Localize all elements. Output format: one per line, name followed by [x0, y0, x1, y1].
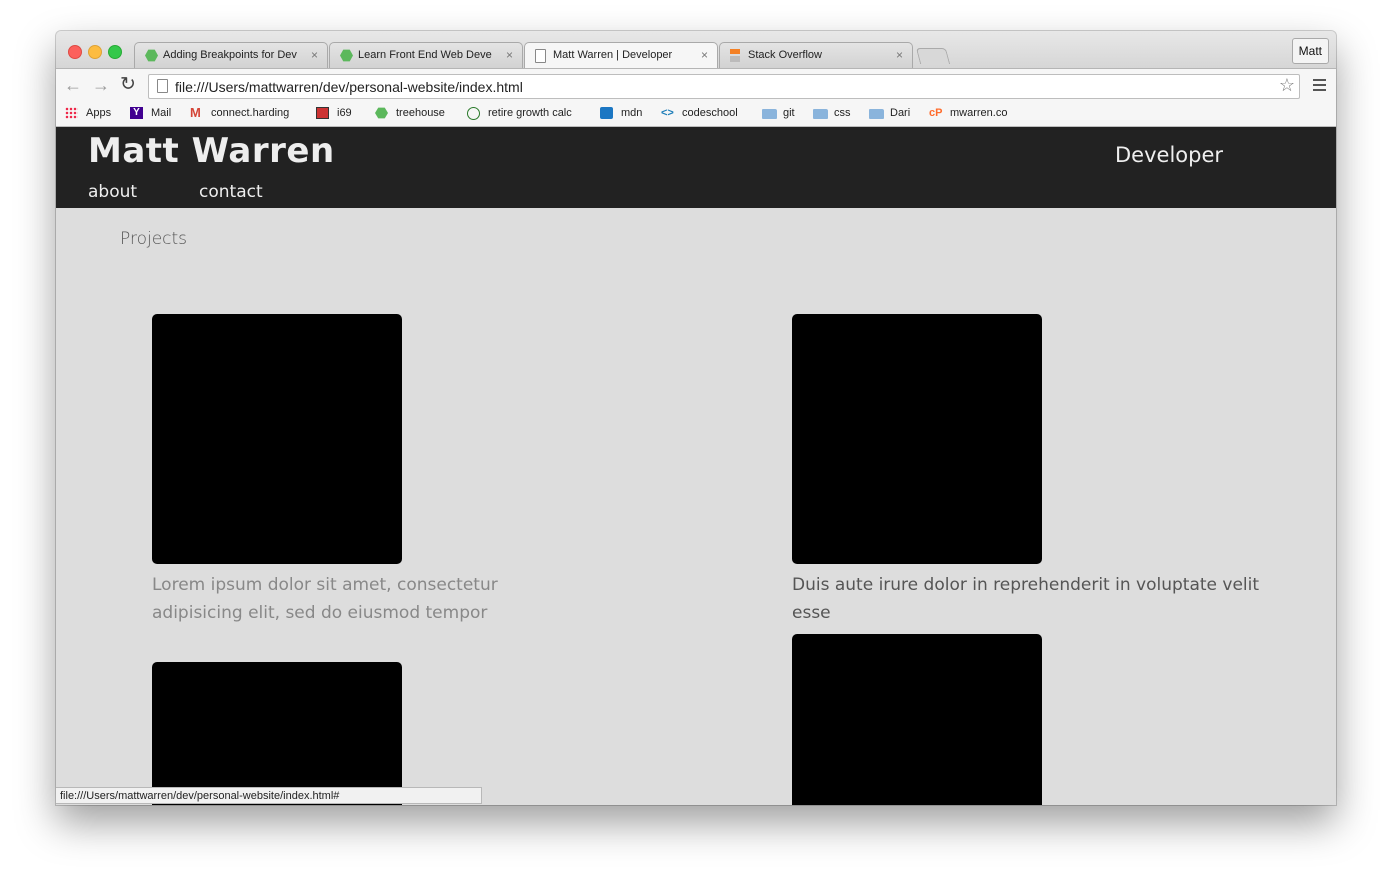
project-thumbnail[interactable] [152, 662, 402, 805]
close-tab-icon[interactable]: × [701, 48, 708, 62]
apps-grid-icon [65, 107, 78, 119]
project-thumbnail[interactable] [152, 314, 402, 564]
site-header: Matt Warren Developer about contact [56, 127, 1336, 208]
menu-icon[interactable] [1313, 79, 1326, 94]
tab-stack-overflow[interactable]: Stack Overflow × [719, 42, 913, 68]
site-role: Developer [1115, 143, 1224, 167]
gmail-icon: M [190, 105, 201, 120]
i69-icon [316, 107, 329, 119]
nav-link-about[interactable]: about [88, 182, 137, 202]
address-bar[interactable]: file:///Users/mattwarren/dev/personal-we… [148, 74, 1300, 99]
document-icon [535, 49, 546, 63]
bookmark-label: mdn [621, 107, 643, 119]
bookmark-label: i69 [337, 107, 352, 119]
project-description: Duis aute irure dolor in reprehenderit i… [792, 575, 1260, 623]
calculator-icon [467, 107, 480, 120]
site-title: Matt Warren [88, 131, 335, 171]
browser-window: Adding Breakpoints for Dev × Learn Front… [56, 31, 1336, 805]
close-tab-icon[interactable]: × [896, 48, 903, 62]
close-window-button[interactable] [68, 45, 82, 59]
bookmark-label: Dari [890, 107, 911, 119]
bookmark-label: retire growth calc [488, 107, 572, 119]
back-arrow-icon[interactable]: ← [64, 75, 82, 95]
page-viewport: Matt Warren Developer about contact Proj… [56, 127, 1336, 805]
folder-icon [762, 109, 777, 119]
folder-icon [813, 109, 828, 119]
bookmark-label: Mail [151, 107, 172, 119]
close-tab-icon[interactable]: × [311, 48, 318, 62]
nav-link-contact[interactable]: contact [199, 182, 263, 202]
project-description: Lorem ipsum dolor sit amet, consectetur … [152, 575, 498, 623]
bookmark-label: git [783, 107, 795, 119]
reload-icon[interactable]: ↻ [120, 75, 136, 95]
profile-button[interactable]: Matt [1291, 38, 1329, 64]
close-tab-icon[interactable]: × [506, 48, 513, 62]
tab-label: Stack Overflow [748, 49, 822, 61]
browser-toolbar: ← → ↻ file:///Users/mattwarren/dev/perso… [56, 68, 1336, 102]
code-brackets-icon: <> [661, 107, 674, 119]
tab-strip: Adding Breakpoints for Dev × Learn Front… [56, 31, 1336, 69]
section-heading: Projects [120, 229, 188, 249]
tab-label: Learn Front End Web Deve [358, 49, 492, 61]
bookmark-label: codeschool [682, 107, 738, 119]
new-tab-button[interactable] [915, 48, 951, 64]
bookmark-label: mwarren.co [950, 107, 1008, 119]
zoom-window-button[interactable] [108, 45, 122, 59]
mdn-icon [600, 107, 613, 119]
tab-matt-warren[interactable]: Matt Warren | Developer × [524, 42, 718, 69]
status-bar: file:///Users/mattwarren/dev/personal-we… [56, 787, 482, 804]
bookmark-label: css [834, 107, 851, 119]
yahoo-icon: Y [130, 107, 143, 119]
bookmarks-bar: Apps Y Mail M connect.harding i69 treeho… [56, 101, 1336, 127]
treehouse-icon [145, 49, 158, 62]
bookmark-label: treehouse [396, 107, 445, 119]
forward-arrow-icon[interactable]: → [92, 75, 110, 95]
bookmark-star-icon[interactable]: ☆ [1279, 75, 1295, 96]
bookmark-label: Apps [86, 107, 112, 119]
treehouse-icon [375, 107, 388, 119]
tab-label: Adding Breakpoints for Dev [163, 49, 297, 61]
url-text[interactable]: file:///Users/mattwarren/dev/personal-we… [175, 79, 523, 95]
tab-learn-front-end[interactable]: Learn Front End Web Deve × [329, 42, 523, 68]
tab-adding-breakpoints[interactable]: Adding Breakpoints for Dev × [134, 42, 328, 68]
tab-label: Matt Warren | Developer [553, 49, 673, 61]
page-icon [157, 79, 168, 93]
project-thumbnail[interactable] [792, 314, 1042, 564]
stackoverflow-icon [730, 49, 740, 62]
project-thumbnail[interactable] [792, 634, 1042, 805]
treehouse-icon [340, 49, 353, 62]
cpanel-icon: cP [929, 107, 943, 119]
minimize-window-button[interactable] [88, 45, 102, 59]
bookmark-label: connect.harding [211, 107, 290, 119]
folder-icon [869, 109, 884, 119]
